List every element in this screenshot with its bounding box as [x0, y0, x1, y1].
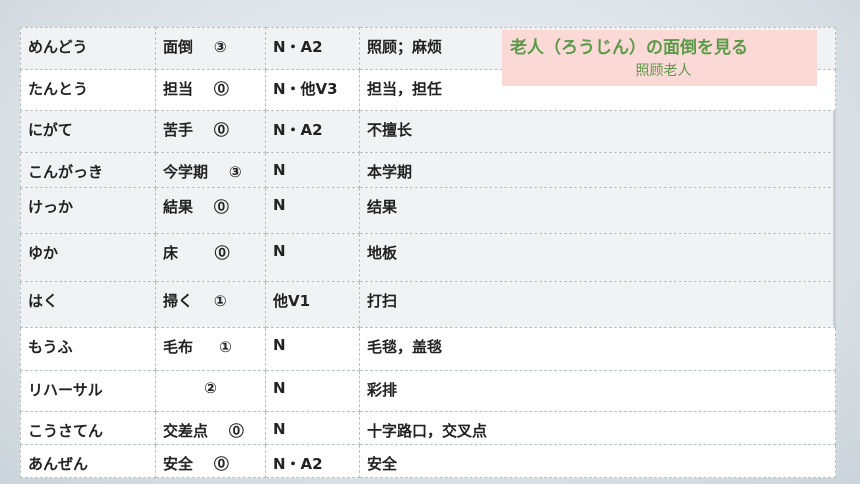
table-scroll-edge	[833, 110, 836, 326]
meaning-cell: 安全	[359, 444, 836, 478]
kanji-text: 苦手	[163, 121, 194, 139]
type-cell: N	[265, 411, 360, 445]
kanji-cell: 担当 ⓪	[155, 69, 266, 111]
accent-mark: ⓪	[213, 455, 229, 473]
accent-mark: ③	[228, 163, 242, 181]
meaning-cell: 打扫	[359, 281, 836, 328]
kanji-text: 今学期	[163, 163, 209, 181]
kanji-cell: 掃く ①	[155, 281, 266, 328]
meaning-cell: 本学期	[359, 152, 836, 188]
accent-mark: ⓪	[213, 80, 229, 98]
kanji-text: 結果	[163, 198, 194, 216]
type-cell: N・他V3	[265, 69, 360, 111]
kanji-cell: 面倒 ③	[155, 27, 266, 70]
kana-cell: ゆか	[20, 233, 156, 282]
accent-mark: ①	[213, 292, 227, 310]
kana-cell: たんとう	[20, 69, 156, 111]
kanji-text: 毛布	[163, 338, 194, 356]
kana-cell: こうさてん	[20, 411, 156, 445]
meaning-cell: 地板	[359, 233, 836, 282]
accent-mark: ⓪	[213, 198, 229, 216]
table-row: はく 掃く ① 他V1 打扫	[20, 281, 836, 328]
meaning-cell: 彩排	[359, 370, 836, 412]
note-title: 老人（ろうじん）の面倒を見る	[510, 38, 748, 58]
kanji-cell: ②	[155, 370, 266, 412]
accent-mark: ②	[204, 379, 217, 397]
kanji-text: 交差点	[163, 422, 209, 440]
kana-cell: リハーサル	[20, 370, 156, 412]
note-subtitle: 照顾老人	[635, 63, 692, 79]
kanji-text: 面倒	[163, 38, 194, 56]
table-row: もうふ 毛布 ① N 毛毯，盖毯	[20, 327, 836, 371]
accent-mark: ③	[213, 38, 227, 56]
kana-cell: はく	[20, 281, 156, 328]
kanji-text: 安全	[163, 455, 194, 473]
kana-cell: めんどう	[20, 27, 156, 70]
kanji-cell: 交差点 ⓪	[155, 411, 266, 445]
table-row: ゆか 床 ⓪ N 地板	[20, 233, 836, 282]
kanji-text: 担当	[163, 80, 194, 98]
vocabulary-table: めんどう 面倒 ③ N・A2 照顾；麻烦 たんとう 担当 ⓪ N・他V3 担当，…	[20, 27, 836, 478]
table-row: けっか 結果 ⓪ N 结果	[20, 187, 836, 234]
kana-cell: もうふ	[20, 327, 156, 371]
kana-cell: けっか	[20, 187, 156, 234]
table-row: リハーサル ② N 彩排	[20, 370, 836, 412]
kanji-cell: 床 ⓪	[155, 233, 266, 282]
type-cell: N	[265, 152, 360, 188]
kanji-cell: 安全 ⓪	[155, 444, 266, 478]
type-cell: N	[265, 327, 360, 371]
meaning-cell: 结果	[359, 187, 836, 234]
kanji-cell: 結果 ⓪	[155, 187, 266, 234]
kanji-cell: 毛布 ①	[155, 327, 266, 371]
type-cell: N	[265, 187, 360, 234]
accent-mark: ⓪	[213, 121, 229, 139]
kana-cell: こんがっき	[20, 152, 156, 188]
type-cell: N・A2	[265, 110, 360, 153]
table-row: こうさてん 交差点 ⓪ N 十字路口，交叉点	[20, 411, 836, 445]
kana-cell: あんぜん	[20, 444, 156, 478]
kanji-text: 床	[163, 244, 179, 262]
kana-cell: にがて	[20, 110, 156, 153]
table-row: にがて 苦手 ⓪ N・A2 不擅长	[20, 110, 836, 153]
meaning-cell: 毛毯，盖毯	[359, 327, 836, 371]
type-cell: N・A2	[265, 27, 360, 70]
type-cell: N・A2	[265, 444, 360, 478]
accent-mark: ①	[219, 338, 232, 356]
kanji-text: 掃く	[163, 292, 194, 310]
table-row: こんがっき 今学期 ③ N 本学期	[20, 152, 836, 188]
example-note-box: 老人（ろうじん）の面倒を見る 照顾老人	[502, 30, 817, 86]
type-cell: 他V1	[265, 281, 360, 328]
type-cell: N	[265, 370, 360, 412]
kanji-cell: 苦手 ⓪	[155, 110, 266, 153]
kanji-cell: 今学期 ③	[155, 152, 266, 188]
accent-mark: ⓪	[228, 422, 244, 440]
meaning-cell: 十字路口，交叉点	[359, 411, 836, 445]
accent-mark: ⓪	[214, 244, 230, 262]
table-row: あんぜん 安全 ⓪ N・A2 安全	[20, 444, 836, 478]
type-cell: N	[265, 233, 360, 282]
meaning-cell: 不擅长	[359, 110, 836, 153]
